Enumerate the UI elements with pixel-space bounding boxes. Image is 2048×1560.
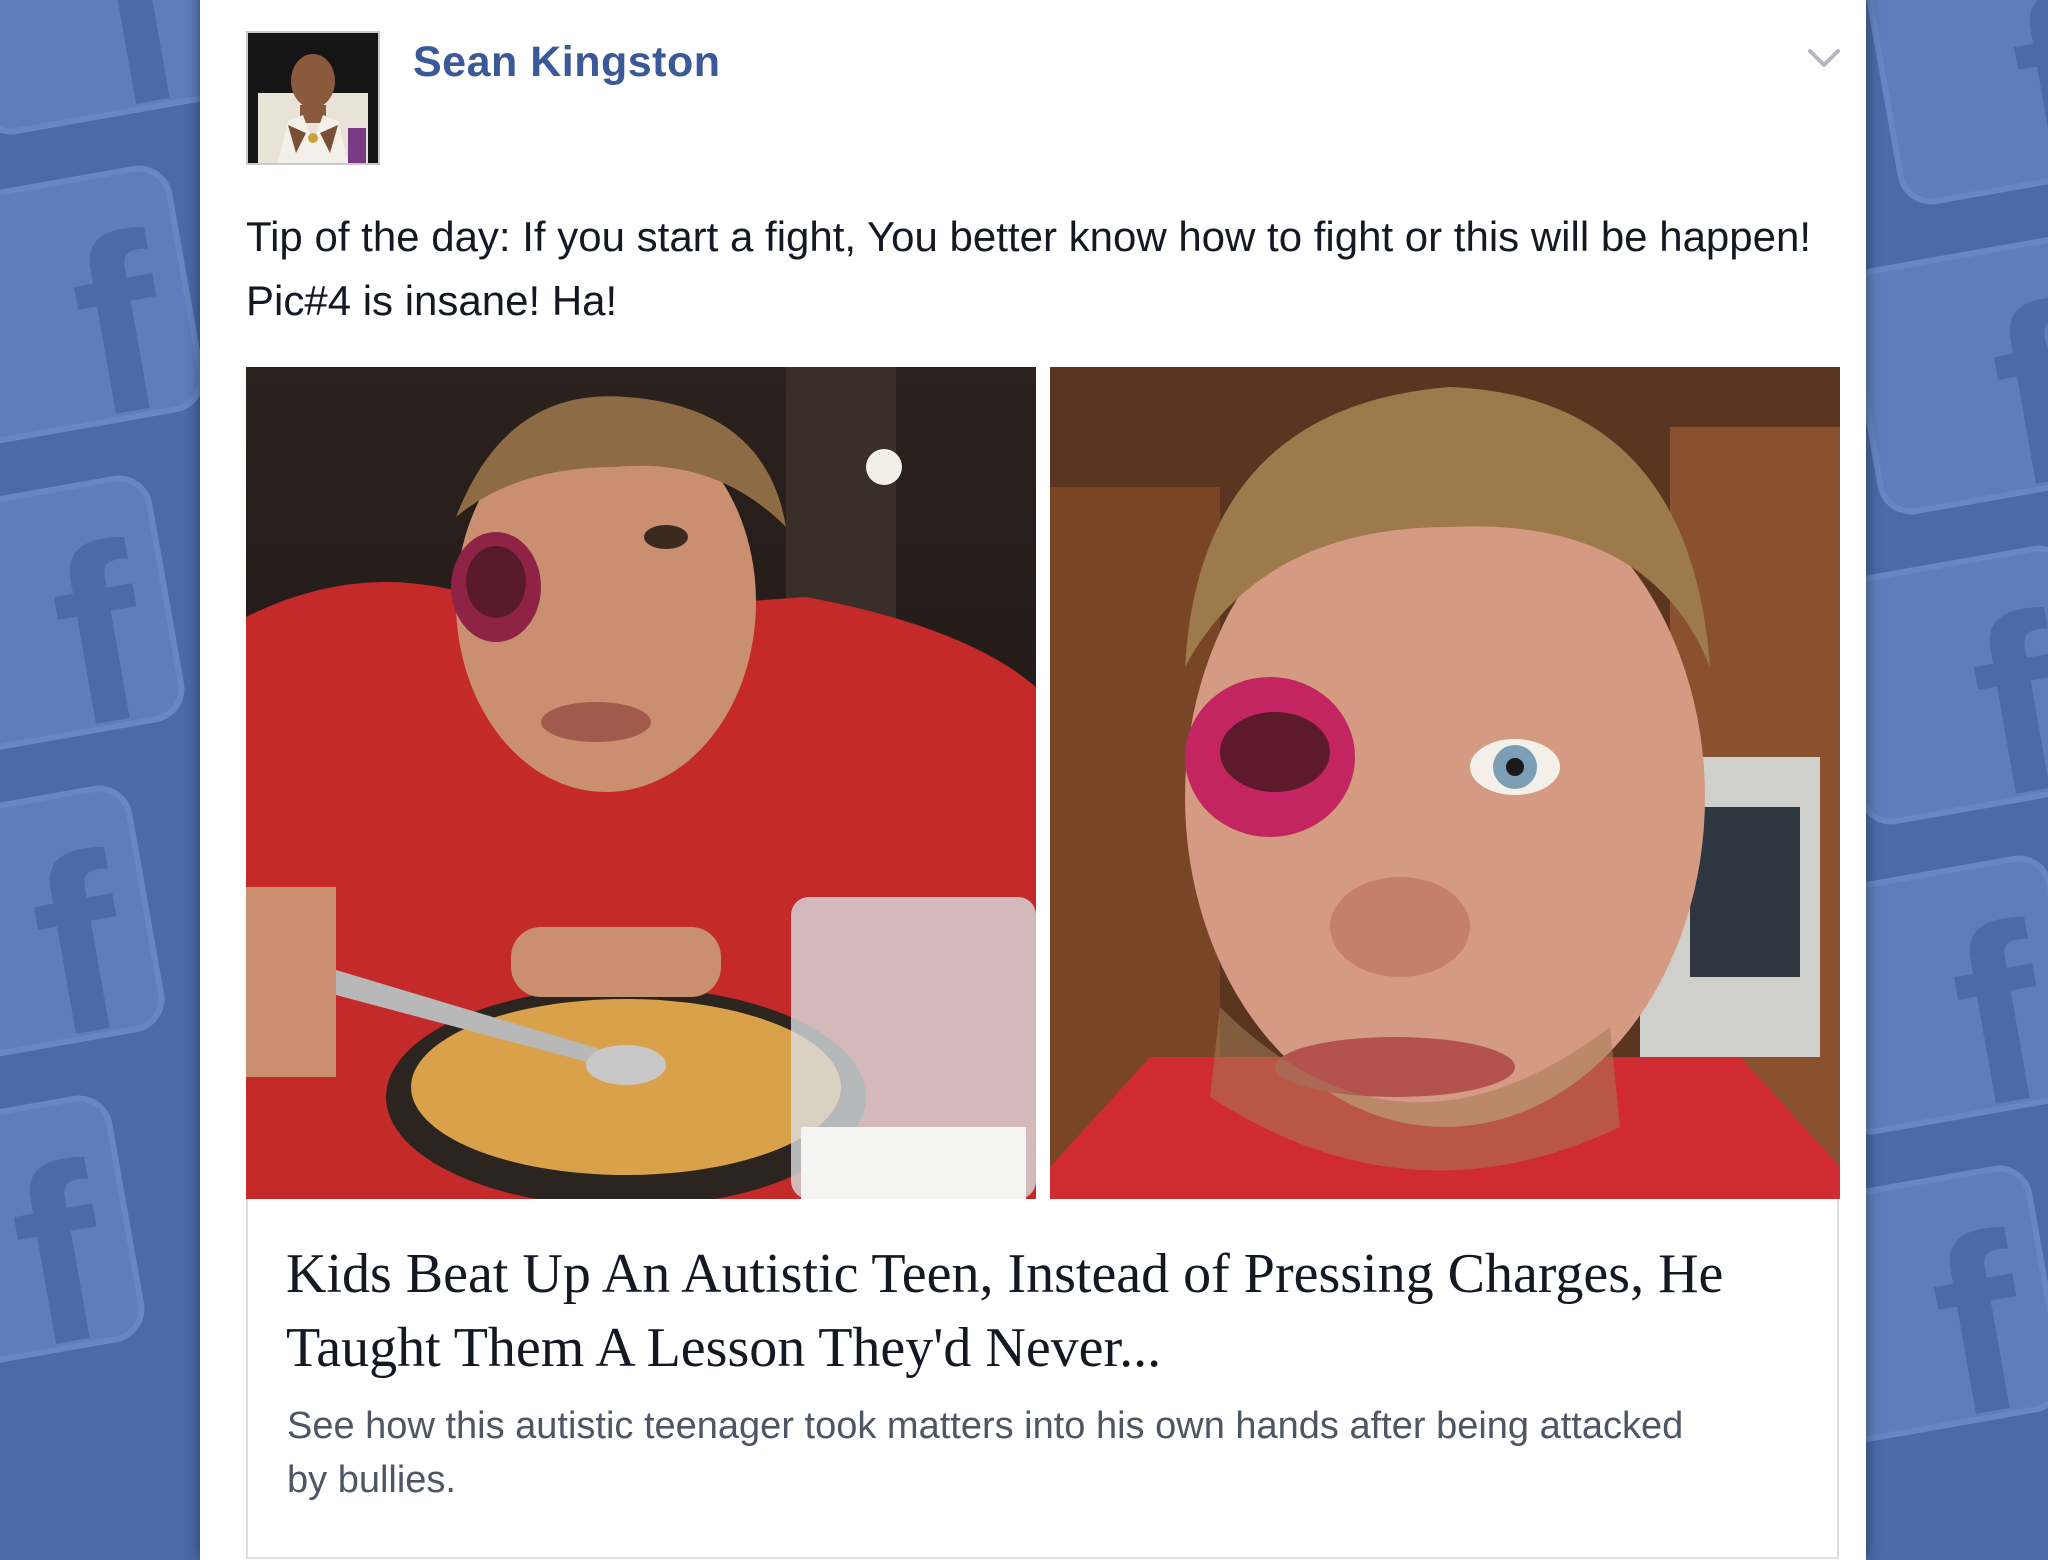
link-preview-description: See how this autistic teenager took matt… <box>287 1405 1684 1501</box>
facebook-logo-icon <box>0 160 210 450</box>
author-name[interactable]: Sean Kingston <box>413 38 721 87</box>
facebook-logo-icon <box>0 470 190 760</box>
facebook-logo-icon <box>1860 0 2048 210</box>
post-photo-left[interactable] <box>246 367 1036 1199</box>
avatar[interactable] <box>246 31 380 165</box>
facebook-logo-icon <box>0 780 170 1070</box>
post-message: Tip of the day: If you start a fight, Yo… <box>246 213 1812 324</box>
facebook-logo-icon <box>0 0 230 140</box>
link-preview-title[interactable]: Kids Beat Up An Autistic Teen, Instead o… <box>286 1237 1786 1385</box>
facebook-logo-icon <box>1840 230 2048 520</box>
chevron-down-icon[interactable] <box>1806 40 1842 76</box>
avatar-image <box>248 33 378 163</box>
facebook-logo-icon <box>0 1090 150 1380</box>
post-photo-right[interactable] <box>1050 367 1840 1199</box>
